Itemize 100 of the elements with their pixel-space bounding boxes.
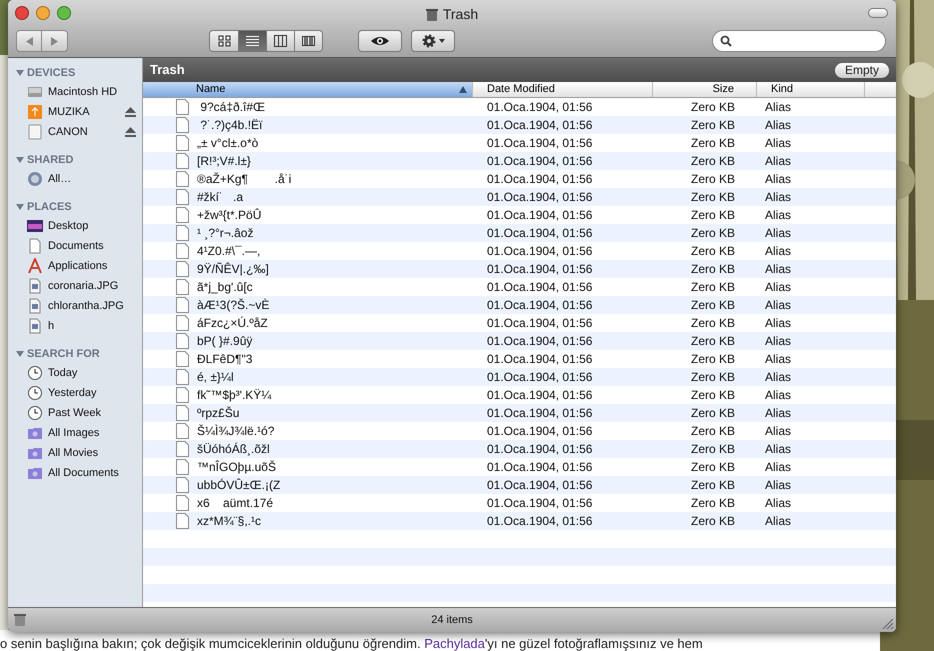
sidebar-item[interactable]: chlorantha.JPG bbox=[48, 298, 136, 314]
sidebar-item[interactable]: Documents bbox=[48, 238, 136, 254]
sort-arrow-icon[interactable] bbox=[459, 86, 467, 93]
usb-drive-icon bbox=[27, 104, 43, 120]
file-name: áFzc¿×Ú.ºåZ bbox=[197, 315, 268, 332]
file-kind: Alias bbox=[765, 208, 792, 222]
page-link[interactable]: Pachylada bbox=[424, 636, 485, 651]
file-size: Zero KB bbox=[690, 261, 735, 278]
view-mode-button[interactable] bbox=[294, 31, 322, 51]
file-size: Zero KB bbox=[690, 405, 735, 422]
clock-icon bbox=[27, 405, 43, 421]
date-modified: 01.Oca.1904, 01:56 bbox=[487, 226, 592, 240]
file-size: Zero KB bbox=[690, 459, 735, 476]
image-file-icon bbox=[27, 318, 43, 334]
file-name: ¹ ¸?°r¬.âož bbox=[197, 225, 254, 242]
sidebar-item[interactable]: MUZIKA bbox=[48, 104, 120, 120]
date-modified: 01.Oca.1904, 01:56 bbox=[487, 298, 592, 312]
file-name: ?˙.?)ç4b.!Ëï bbox=[199, 117, 262, 134]
file-name: 4¹Z0.#\¯.—, bbox=[197, 243, 260, 260]
column-header[interactable]: Date Modified bbox=[473, 82, 653, 97]
smart-folder-icon bbox=[27, 425, 43, 441]
date-modified: 01.Oca.1904, 01:56 bbox=[487, 244, 592, 258]
file-size: Zero KB bbox=[690, 171, 735, 188]
file-kind: Alias bbox=[765, 298, 792, 312]
file-size: Zero KB bbox=[690, 441, 735, 458]
file-kind: Alias bbox=[765, 514, 792, 528]
sidebar-item[interactable]: Desktop bbox=[48, 218, 136, 234]
caret-icon bbox=[438, 39, 444, 43]
date-modified: 01.Oca.1904, 01:56 bbox=[487, 280, 592, 294]
sidebar-item[interactable]: Applications bbox=[48, 258, 136, 274]
date-modified: 01.Oca.1904, 01:56 bbox=[487, 424, 592, 438]
sidebar-item[interactable]: Past Week bbox=[48, 404, 136, 422]
search-icon bbox=[720, 35, 732, 47]
sidebar-item[interactable]: coronaria.JPG bbox=[48, 278, 136, 294]
eject-icon[interactable] bbox=[125, 127, 136, 137]
search-field[interactable] bbox=[712, 30, 886, 52]
sidebar-item[interactable]: All Images bbox=[48, 424, 136, 442]
close-button[interactable] bbox=[15, 6, 29, 20]
list-view-icon bbox=[246, 35, 259, 47]
header-filler bbox=[865, 82, 896, 97]
file-size: Zero KB bbox=[690, 117, 735, 134]
disclosure-triangle-icon[interactable] bbox=[16, 69, 24, 77]
sidebar-item[interactable]: h bbox=[48, 318, 136, 334]
file-size: Zero KB bbox=[690, 369, 735, 386]
file-kind: Alias bbox=[765, 478, 792, 492]
sidebar-item[interactable]: Macintosh HD bbox=[48, 84, 136, 100]
file-kind: Alias bbox=[765, 244, 792, 258]
sidebar-item[interactable]: Today bbox=[48, 364, 136, 382]
file-name: 9?cá‡ð.î#Œ bbox=[199, 99, 266, 116]
zoom-button[interactable] bbox=[57, 6, 71, 20]
file-name: é, ±}¼l bbox=[197, 369, 234, 386]
clock-icon bbox=[27, 365, 43, 381]
eject-icon[interactable] bbox=[125, 107, 136, 117]
file-kind: Alias bbox=[765, 370, 792, 384]
column-view-icon bbox=[274, 35, 287, 47]
file-kind: Alias bbox=[765, 424, 792, 438]
column-header[interactable]: Size bbox=[653, 82, 757, 97]
minimize-button[interactable] bbox=[36, 6, 50, 20]
file-kind: Alias bbox=[765, 226, 792, 240]
file-kind: Alias bbox=[765, 334, 792, 348]
file-name: 9Ÿ/ÑÊV|.¿‰] bbox=[197, 261, 269, 278]
file-kind: Alias bbox=[765, 280, 792, 294]
gear-icon bbox=[422, 34, 436, 48]
toolbar-toggle-button[interactable] bbox=[868, 8, 888, 18]
disclosure-triangle-icon[interactable] bbox=[16, 203, 24, 211]
sidebar-item[interactable]: All… bbox=[48, 170, 136, 188]
quick-look-button[interactable] bbox=[358, 30, 402, 52]
file-name: Š¼Ì¾J¾lë.¹ó? bbox=[197, 423, 274, 440]
date-modified: 01.Oca.1904, 01:56 bbox=[487, 262, 592, 276]
date-modified: 01.Oca.1904, 01:56 bbox=[487, 118, 592, 132]
file-size: Zero KB bbox=[690, 423, 735, 440]
folder-title: Trash bbox=[150, 61, 185, 80]
file-kind: Alias bbox=[765, 136, 792, 150]
cover-flow-icon bbox=[302, 35, 315, 47]
file-name: bP( }#.9ûÿ bbox=[197, 333, 252, 350]
column-header[interactable]: Kind bbox=[757, 82, 865, 97]
disclosure-triangle-icon[interactable] bbox=[16, 156, 24, 164]
desktop-icon bbox=[27, 218, 43, 234]
date-modified: 01.Oca.1904, 01:56 bbox=[487, 100, 592, 114]
disclosure-triangle-icon[interactable] bbox=[16, 350, 24, 358]
view-mode-button[interactable] bbox=[266, 31, 294, 51]
empty-button[interactable]: Empty bbox=[834, 62, 889, 78]
action-menu-button[interactable] bbox=[411, 30, 455, 52]
file-size: Zero KB bbox=[690, 243, 735, 260]
file-size: Zero KB bbox=[690, 513, 735, 530]
file-kind: Alias bbox=[765, 406, 792, 420]
smart-folder-icon bbox=[27, 445, 43, 461]
resize-grip-icon bbox=[882, 618, 893, 629]
view-switcher[interactable] bbox=[209, 30, 323, 52]
sidebar-item[interactable]: Yesterday bbox=[48, 384, 136, 402]
view-mode-button[interactable] bbox=[238, 31, 266, 51]
date-modified: 01.Oca.1904, 01:56 bbox=[487, 514, 592, 528]
sidebar-item[interactable]: CANON bbox=[48, 124, 120, 140]
sidebar-item[interactable]: All Movies bbox=[48, 444, 136, 462]
view-mode-button[interactable] bbox=[210, 31, 238, 51]
column-header[interactable]: Name bbox=[143, 82, 473, 97]
clock-icon bbox=[27, 385, 43, 401]
sidebar-item[interactable]: All Documents bbox=[48, 464, 136, 482]
file-size: Zero KB bbox=[690, 207, 735, 224]
sidebar-heading: SHARED bbox=[27, 152, 74, 168]
